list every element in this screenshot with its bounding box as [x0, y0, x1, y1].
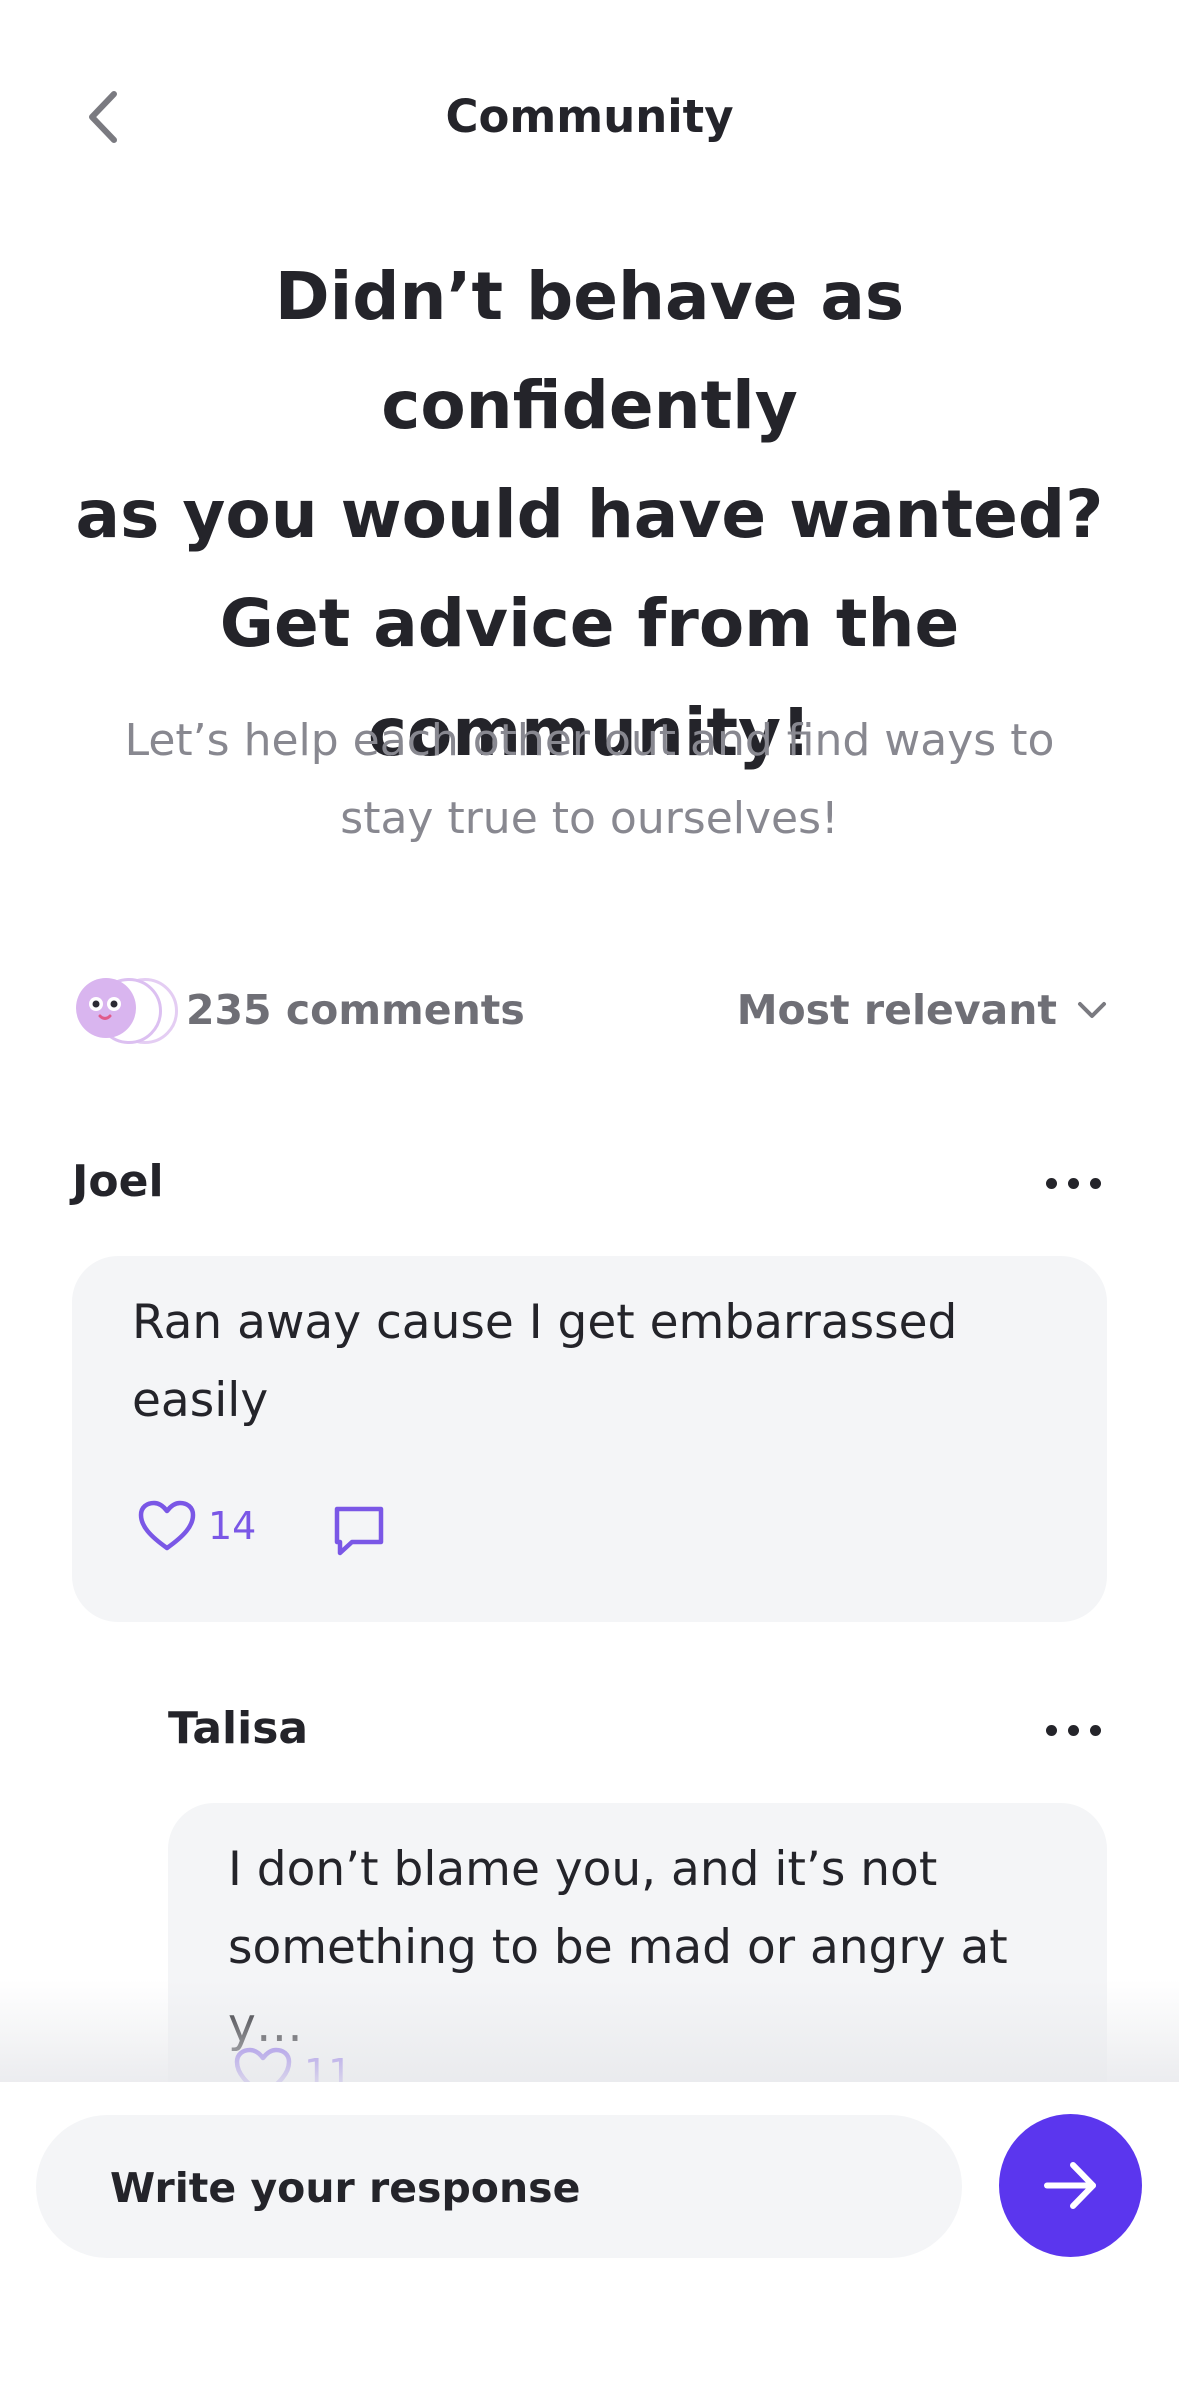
hero-title-line: as you would have wanted? [75, 476, 1104, 553]
more-dots-icon [1090, 1725, 1101, 1736]
more-options-button[interactable] [1044, 1168, 1104, 1198]
hero-subtitle-line: stay true to ourselves! [340, 793, 839, 844]
more-dots-icon [1090, 1178, 1101, 1189]
hero-title-line: Didn’t behave as confidently [274, 258, 905, 444]
more-dots-icon [1046, 1178, 1057, 1189]
scroll-fade [0, 1980, 1179, 2082]
comment-card: Ran away cause I get embarrassed easily … [72, 1256, 1107, 1622]
like-button[interactable]: 14 [138, 1500, 256, 1552]
sort-label: Most relevant [736, 986, 1057, 1034]
comment-icon [334, 1506, 384, 1556]
avatar [76, 978, 136, 1038]
sort-dropdown[interactable]: Most relevant [737, 986, 1107, 1034]
reply-button[interactable] [332, 1504, 386, 1558]
comment-text-line: easily [132, 1373, 269, 1428]
top-bar: Community [0, 0, 1179, 240]
page-title: Community [445, 90, 734, 143]
hero-subtitle-line: Let’s help each other out and find ways … [124, 715, 1055, 766]
heart-icon [138, 1500, 196, 1551]
comment-text-line: I don’t blame you, and it’s not [228, 1842, 938, 1897]
like-count: 14 [208, 1504, 257, 1548]
comments-meta-row: 235 comments Most relevant [72, 970, 1107, 1050]
more-dots-icon [1068, 1725, 1079, 1736]
chevron-down-icon [1078, 1002, 1106, 1018]
avatar-stack [76, 978, 178, 1044]
more-dots-icon [1068, 1178, 1079, 1189]
more-options-button[interactable] [1044, 1715, 1104, 1745]
comment-author: Joel [72, 1156, 164, 1207]
hero-subtitle: Let’s help each other out and find ways … [90, 702, 1089, 858]
comment-text: Ran away cause I get embarrassed easily [132, 1284, 1072, 1440]
composer-bar [0, 2082, 1179, 2396]
more-dots-icon [1046, 1725, 1057, 1736]
hero-title-line: Get advice from the [219, 585, 960, 662]
send-button[interactable] [999, 2114, 1142, 2257]
face-icon [89, 997, 121, 1020]
arrow-right-icon [1044, 2162, 1096, 2209]
comment-text-line: Ran away cause I get embarrassed [132, 1295, 958, 1350]
comment-count: 235 comments [186, 986, 525, 1034]
comment-author: Talisa [168, 1703, 309, 1754]
response-input-container[interactable] [36, 2115, 962, 2258]
response-input[interactable] [108, 2155, 912, 2221]
